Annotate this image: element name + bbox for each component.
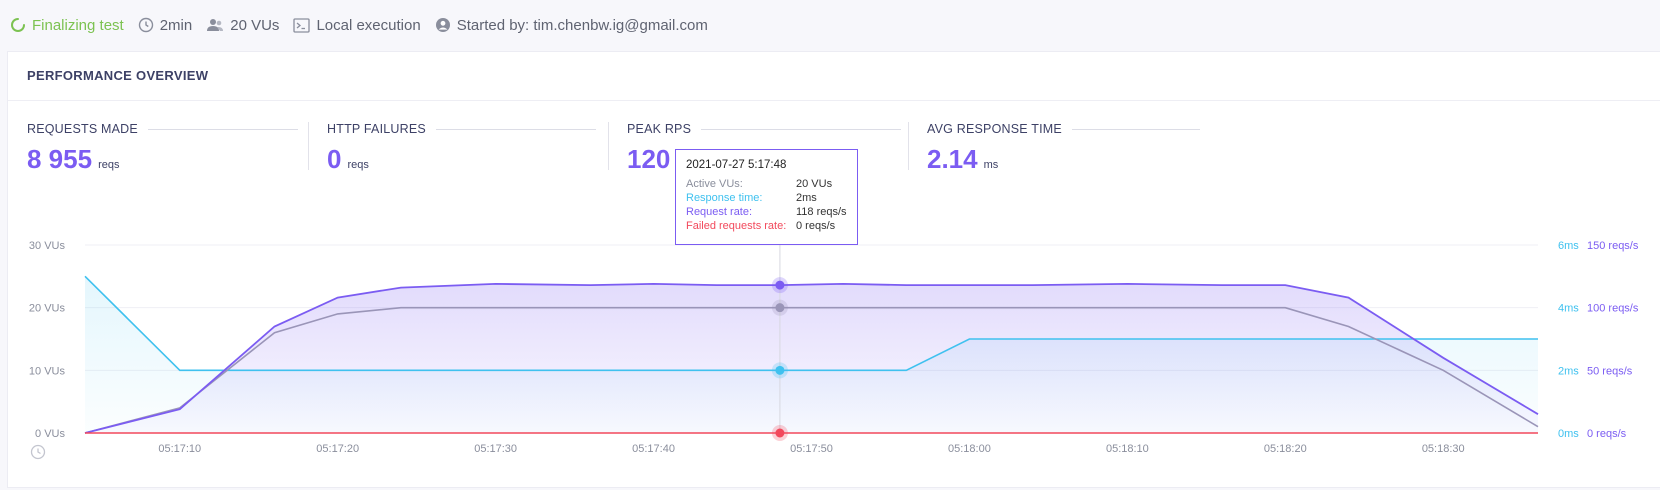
y-axis-tick-label: 20 VUs (29, 303, 66, 315)
tooltip-label: Request rate: (686, 206, 753, 218)
response-time-marker (775, 365, 785, 375)
tooltip-row: Response time: 2ms (686, 191, 847, 205)
x-axis-tick-label: 05:18:00 (948, 443, 991, 455)
x-axis-tick-label: 05:17:50 (790, 443, 833, 455)
x-axis-tick-label: 05:17:20 (316, 443, 359, 455)
tooltip-label: Response time: (686, 192, 763, 204)
y-axis-ms-tick-label: 6ms (1558, 240, 1579, 252)
request-rate-marker (775, 280, 785, 290)
failed-requests-marker (775, 428, 785, 438)
y-axis-ms-tick-label: 0ms (1558, 428, 1579, 440)
tooltip-label: Active VUs: (686, 178, 743, 190)
y-axis-reqs-tick-label: 50 reqs/s (1587, 365, 1633, 377)
tooltip-time: 2021-07-27 5:17:48 (686, 159, 787, 171)
chart-tooltip: 2021-07-27 5:17:48 Active VUs: 20 VUs Res… (675, 149, 858, 245)
x-axis-tick-label: 05:18:20 (1264, 443, 1307, 455)
x-axis-tick-label: 05:18:10 (1106, 443, 1149, 455)
y-axis-tick-label: 30 VUs (29, 240, 66, 252)
x-axis-tick-label: 05:17:10 (158, 443, 201, 455)
tooltip-value: 2ms (796, 192, 817, 204)
tooltip-row: Failed requests rate: 0 reqs/s (686, 219, 847, 233)
x-axis-tick-label: 05:17:30 (474, 443, 517, 455)
tooltip-label: Failed requests rate: (686, 220, 787, 232)
y-axis-reqs-tick-label: 150 reqs/s (1587, 240, 1639, 252)
request-rate-area (85, 283, 1538, 433)
y-axis-ms-tick-label: 2ms (1558, 365, 1579, 377)
tooltip-value: 20 VUs (796, 178, 833, 190)
y-axis-tick-label: 10 VUs (29, 365, 66, 377)
tooltip-value: 118 reqs/s (796, 206, 847, 218)
y-axis-ms-tick-label: 4ms (1558, 303, 1579, 315)
tooltip-value: 0 reqs/s (796, 220, 836, 232)
x-axis-tick-label: 05:17:40 (632, 443, 675, 455)
clock-icon (30, 444, 46, 460)
y-axis-tick-label: 0 VUs (35, 428, 65, 440)
tooltip-row: Request rate: 118 reqs/s (686, 205, 847, 219)
active-vus-marker (775, 303, 785, 313)
y-axis-reqs-tick-label: 0 reqs/s (1587, 428, 1627, 440)
performance-chart[interactable]: 0 VUs 0ms 0 reqs/s 10 VUs 2ms 50 reqs/s 20 VUs… (0, 0, 1660, 490)
tooltip-row: Active VUs: 20 VUs (686, 177, 847, 191)
y-axis-reqs-tick-label: 100 reqs/s (1587, 303, 1639, 315)
x-axis-tick-label: 05:18:30 (1422, 443, 1465, 455)
